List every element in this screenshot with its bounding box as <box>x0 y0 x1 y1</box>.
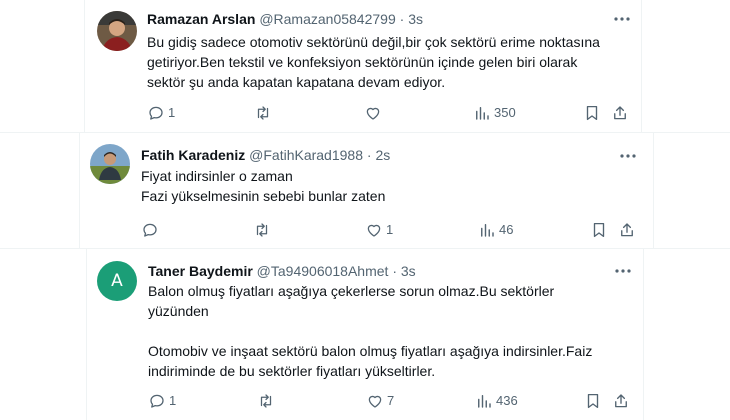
dot-separator: · <box>392 263 397 279</box>
like-icon <box>367 224 381 237</box>
retweet-button[interactable] <box>257 390 278 410</box>
share-button[interactable] <box>612 390 630 410</box>
bookmark-icon <box>593 222 605 237</box>
tweet-text: Bu gidiş sadece otomotiv sektörünü değil… <box>147 32 627 92</box>
reply-icon <box>149 106 163 120</box>
text-line: indiriminde de bu sektörler fiyatları yü… <box>148 363 436 379</box>
bookmark-button[interactable] <box>590 219 608 239</box>
tweet-header: Taner Baydemir @Ta94906018Ahmet · 3s <box>148 262 416 280</box>
text-line: Otomobiv ve inşaat sektörü balon olmuş f… <box>148 343 593 359</box>
timestamp[interactable]: 3s <box>401 263 416 279</box>
share-button[interactable] <box>618 219 636 239</box>
divider <box>84 0 85 133</box>
more-icon[interactable] <box>612 10 632 28</box>
user-handle[interactable]: @FatihKarad1988 <box>249 147 363 163</box>
view-count: 350 <box>494 104 516 120</box>
reply-button[interactable] <box>141 219 162 239</box>
action-bar: 1 7 436 <box>148 390 628 410</box>
views-button[interactable]: 436 <box>475 390 518 410</box>
share-icon <box>621 222 633 236</box>
tweet-text: Fiyat indirsinler o zaman Fazi yükselmes… <box>141 166 621 206</box>
bookmark-button[interactable] <box>584 390 602 410</box>
like-icon <box>366 107 380 120</box>
display-name[interactable]: Ramazan Arslan <box>147 11 255 27</box>
share-button[interactable] <box>611 102 629 122</box>
text-line: Fazi yükselmesinin sebebi bunlar zaten <box>141 188 386 204</box>
text-line: getiriyor.Ben tekstil ve konfeksiyon sek… <box>147 54 578 70</box>
share-icon <box>615 393 627 407</box>
view-count: 436 <box>496 392 518 408</box>
bookmark-icon <box>587 393 599 408</box>
tweet-text: Balon olmuş fiyatları aşağıya çekerlerse… <box>148 281 628 381</box>
user-handle[interactable]: @Ramazan05842799 <box>259 11 395 27</box>
like-button[interactable]: 1 <box>365 219 393 239</box>
avatar[interactable] <box>90 144 130 184</box>
tweet-ramazan-arslan[interactable]: Ramazan Arslan @Ramazan05842799 · 3s Bu … <box>0 0 730 133</box>
divider <box>86 249 87 420</box>
dot-separator: · <box>366 147 372 163</box>
reply-icon <box>150 394 164 408</box>
tweet-header: Ramazan Arslan @Ramazan05842799 · 3s <box>147 10 423 28</box>
bookmark-icon <box>586 105 598 120</box>
action-bar: 1 46 <box>141 219 633 239</box>
tweet-fatih-karadeniz[interactable]: Fatih Karadeniz @FatihKarad1988 · 2s Fiy… <box>0 133 730 249</box>
dot-separator: · <box>399 11 405 27</box>
divider <box>653 133 654 249</box>
more-icon[interactable] <box>618 147 638 165</box>
retweet-button[interactable] <box>253 219 274 239</box>
text-line: Bu gidiş sadece otomotiv sektörünü değil… <box>147 34 600 50</box>
like-count: 7 <box>387 392 395 408</box>
tweet-taner-baydemir[interactable]: A Taner Baydemir @Ta94906018Ahmet · 3s B… <box>0 249 730 420</box>
display-name[interactable]: Taner Baydemir <box>148 263 253 279</box>
reply-button[interactable]: 1 <box>147 102 175 122</box>
share-icon <box>614 105 626 119</box>
reply-icon <box>143 223 157 237</box>
divider <box>641 0 642 133</box>
views-icon <box>476 106 489 120</box>
views-button[interactable]: 350 <box>473 102 516 122</box>
user-handle[interactable]: @Ta94906018Ahmet <box>257 263 389 279</box>
text-line: sektör şu anda kapatan kapatana devam ed… <box>147 74 446 90</box>
like-count: 1 <box>386 221 394 237</box>
avatar[interactable]: A <box>97 261 137 301</box>
views-icon <box>478 394 491 408</box>
divider <box>643 249 644 420</box>
display-name[interactable]: Fatih Karadeniz <box>141 147 245 163</box>
views-button[interactable]: 46 <box>478 219 513 239</box>
timestamp[interactable]: 3s <box>408 11 423 27</box>
action-bar: 1 350 <box>147 102 627 122</box>
avatar-letter: A <box>111 271 123 291</box>
retweet-icon <box>257 105 269 120</box>
retweet-icon <box>260 393 272 408</box>
text-line: yüzünden <box>148 303 209 319</box>
more-icon[interactable] <box>613 262 633 280</box>
reply-count: 1 <box>169 392 177 408</box>
like-button[interactable] <box>364 102 385 122</box>
divider <box>79 133 80 249</box>
retweet-button[interactable] <box>254 102 275 122</box>
text-line: Fiyat indirsinler o zaman <box>141 168 293 184</box>
views-icon <box>481 223 494 237</box>
like-button[interactable]: 7 <box>366 390 394 410</box>
bookmark-button[interactable] <box>583 102 601 122</box>
text-line: Balon olmuş fiyatları aşağıya çekerlerse… <box>148 283 555 299</box>
reply-count: 1 <box>168 104 176 120</box>
timestamp[interactable]: 2s <box>375 147 390 163</box>
avatar[interactable] <box>97 11 137 51</box>
reply-button[interactable]: 1 <box>148 390 176 410</box>
view-count: 46 <box>499 221 514 237</box>
like-icon <box>368 395 382 408</box>
tweet-header: Fatih Karadeniz @FatihKarad1988 · 2s <box>141 146 390 164</box>
retweet-icon <box>256 222 268 237</box>
